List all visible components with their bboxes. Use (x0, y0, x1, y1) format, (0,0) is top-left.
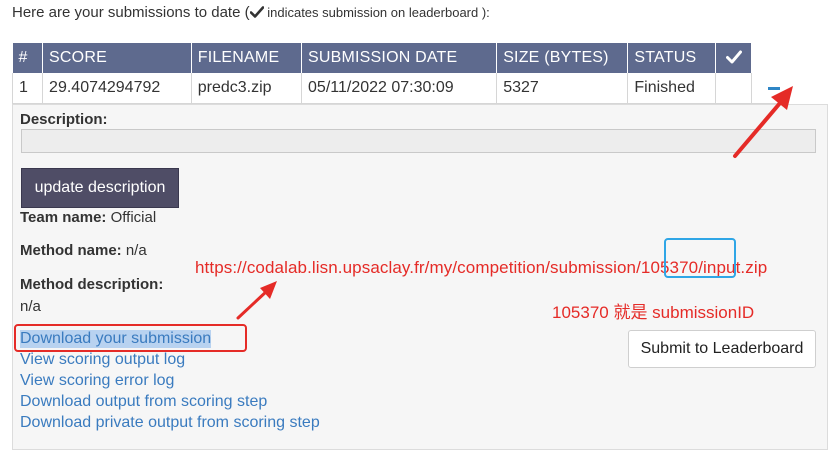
intro-note: indicates submission on leaderboard ): (263, 5, 490, 20)
cell-score: 29.4074294792 (42, 73, 192, 104)
team-name: Team name: Official (20, 209, 156, 226)
col-header-leaderboard (715, 43, 753, 73)
col-header-status: STATUS (627, 43, 716, 73)
cell-leaderboard (715, 73, 753, 104)
submissions-table: # SCORE FILENAME SUBMISSION DATE SIZE (B… (11, 43, 786, 104)
download-output-link[interactable]: Download output from scoring step (20, 393, 267, 411)
check-icon (725, 49, 742, 66)
intro-text: Here are your submissions to date ( indi… (12, 4, 490, 21)
table-row[interactable]: 1 29.4074294792 predc3.zip 05/11/2022 07… (11, 73, 786, 104)
description-field[interactable] (21, 129, 816, 153)
view-scoring-output-log-link[interactable]: View scoring output log (20, 351, 185, 369)
col-header-size: SIZE (BYTES) (496, 43, 629, 73)
annotation-highlight-box-id (664, 238, 736, 278)
update-description-button[interactable]: update description (21, 168, 179, 208)
col-header-num: # (12, 43, 44, 73)
method-name-value: n/a (125, 242, 147, 259)
method-description-value: n/a (20, 298, 41, 315)
intro-prefix: Here are your submissions to date ( (12, 4, 250, 21)
col-header-filename: FILENAME (191, 43, 303, 73)
col-header-date: SUBMISSION DATE (301, 43, 498, 73)
download-private-output-link[interactable]: Download private output from scoring ste… (20, 414, 320, 432)
col-header-spacer (751, 43, 786, 73)
cell-date: 05/11/2022 07:30:09 (301, 73, 498, 104)
cell-num: 1 (11, 73, 44, 104)
view-scoring-error-log-link[interactable]: View scoring error log (20, 372, 174, 390)
team-name-label: Team name: (20, 209, 107, 226)
collapse-minus-icon[interactable] (768, 87, 781, 90)
cell-collapse (751, 73, 786, 104)
col-header-score: SCORE (42, 43, 192, 73)
description-label: Description: (20, 111, 108, 128)
annotation-submission-id-note: 105370 就是 submissionID (552, 303, 755, 322)
annotation-highlight-box-download (14, 324, 247, 352)
table-header-row: # SCORE FILENAME SUBMISSION DATE SIZE (B… (12, 43, 786, 73)
cell-status: Finished (627, 73, 716, 104)
method-name: Method name: n/a (20, 242, 147, 259)
cell-filename: predc3.zip (191, 73, 303, 104)
check-icon (249, 5, 264, 19)
cell-size: 5327 (496, 73, 629, 104)
method-name-label: Method name: (20, 242, 122, 259)
submit-to-leaderboard-button[interactable]: Submit to Leaderboard (628, 330, 816, 368)
method-description-label: Method description: (20, 276, 164, 293)
team-name-value: Official (110, 209, 157, 226)
